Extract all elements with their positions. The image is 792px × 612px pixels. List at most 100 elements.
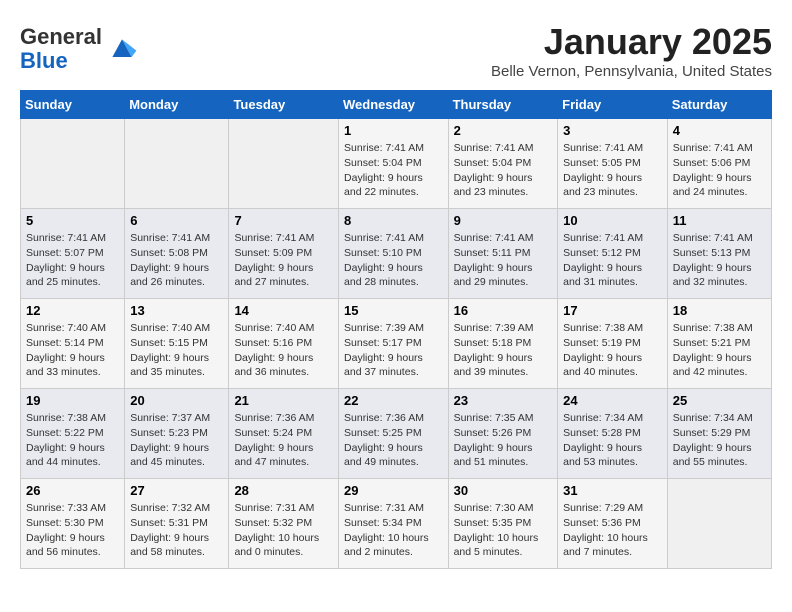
calendar-week-row: 12 Sunrise: 7:40 AM Sunset: 5:14 PM Dayli… — [21, 299, 772, 389]
cell-content: Sunrise: 7:41 AM Sunset: 5:04 PM Dayligh… — [344, 141, 443, 200]
calendar-cell: 23Sunrise: 7:35 AM Sunset: 5:26 PM Dayli… — [448, 389, 558, 479]
calendar-cell: 24 Sunrise: 7:34 AM Sunset: 5:28 PM Dayli… — [558, 389, 668, 479]
calendar-cell: 5Sunrise: 7:41 AM Sunset: 5:07 PM Daylig… — [21, 209, 125, 299]
calendar-cell: 14Sunrise: 7:40 AM Sunset: 5:16 PM Dayli… — [229, 299, 339, 389]
calendar-cell: 17 Sunrise: 7:38 AM Sunset: 5:19 PM Dayli… — [558, 299, 668, 389]
calendar-cell: 13 Sunrise: 7:40 AM Sunset: 5:15 PM Dayli… — [125, 299, 229, 389]
day-number: 15 — [344, 303, 443, 318]
cell-content: Sunrise: 7:38 AM Sunset: 5:21 PM Dayligh… — [673, 321, 766, 380]
cell-content: Sunrise: 7:31 AM Sunset: 5:32 PM Dayligh… — [234, 501, 333, 560]
cell-content: Sunrise: 7:41 AM Sunset: 5:08 PM Dayligh… — [130, 231, 223, 290]
day-number: 26 — [26, 483, 119, 498]
cell-content: Sunrise: 7:38 AM Sunset: 5:19 PM Dayligh… — [563, 321, 662, 380]
cell-content: Sunrise: 7:41 AM Sunset: 5:12 PM Dayligh… — [563, 231, 662, 290]
title-block: January 2025 Belle Vernon, Pennsylvania,… — [491, 20, 772, 80]
day-number: 21 — [234, 393, 333, 408]
day-number: 8 — [344, 213, 443, 228]
weekday-header: Tuesday — [229, 91, 339, 119]
weekday-header-row: SundayMondayTuesdayWednesdayThursdayFrid… — [21, 91, 772, 119]
weekday-header: Monday — [125, 91, 229, 119]
calendar-cell: 20 Sunrise: 7:37 AM Sunset: 5:23 PM Dayli… — [125, 389, 229, 479]
month-title: January 2025 — [491, 20, 772, 63]
calendar-cell — [125, 119, 229, 209]
day-number: 4 — [673, 123, 766, 138]
calendar-cell: 10 Sunrise: 7:41 AM Sunset: 5:12 PM Dayli… — [558, 209, 668, 299]
calendar-week-row: 5Sunrise: 7:41 AM Sunset: 5:07 PM Daylig… — [21, 209, 772, 299]
cell-content: Sunrise: 7:34 AM Sunset: 5:29 PM Dayligh… — [673, 411, 766, 470]
day-number: 11 — [673, 213, 766, 228]
cell-content: Sunrise: 7:29 AM Sunset: 5:36 PM Dayligh… — [563, 501, 662, 560]
day-number: 20 — [130, 393, 223, 408]
logo-blue: Blue — [20, 48, 68, 73]
weekday-header: Wednesday — [339, 91, 449, 119]
calendar-cell: 1 Sunrise: 7:41 AM Sunset: 5:04 PM Daylig… — [339, 119, 449, 209]
calendar-cell: 29Sunrise: 7:31 AM Sunset: 5:34 PM Dayli… — [339, 479, 449, 569]
day-number: 22 — [344, 393, 443, 408]
cell-content: Sunrise: 7:34 AM Sunset: 5:28 PM Dayligh… — [563, 411, 662, 470]
calendar-cell: 9 Sunrise: 7:41 AM Sunset: 5:11 PM Daylig… — [448, 209, 558, 299]
cell-content: Sunrise: 7:31 AM Sunset: 5:34 PM Dayligh… — [344, 501, 443, 560]
day-number: 6 — [130, 213, 223, 228]
cell-content: Sunrise: 7:41 AM Sunset: 5:07 PM Dayligh… — [26, 231, 119, 290]
day-number: 17 — [563, 303, 662, 318]
calendar-cell: 16 Sunrise: 7:39 AM Sunset: 5:18 PM Dayli… — [448, 299, 558, 389]
calendar-cell: 7Sunrise: 7:41 AM Sunset: 5:09 PM Daylig… — [229, 209, 339, 299]
calendar-cell: 26 Sunrise: 7:33 AM Sunset: 5:30 PM Dayli… — [21, 479, 125, 569]
day-number: 1 — [344, 123, 443, 138]
calendar-cell: 6 Sunrise: 7:41 AM Sunset: 5:08 PM Daylig… — [125, 209, 229, 299]
cell-content: Sunrise: 7:33 AM Sunset: 5:30 PM Dayligh… — [26, 501, 119, 560]
cell-content: Sunrise: 7:35 AM Sunset: 5:26 PM Dayligh… — [454, 411, 553, 470]
calendar-week-row: 26 Sunrise: 7:33 AM Sunset: 5:30 PM Dayli… — [21, 479, 772, 569]
day-number: 31 — [563, 483, 662, 498]
weekday-header: Sunday — [21, 91, 125, 119]
day-number: 3 — [563, 123, 662, 138]
cell-content: Sunrise: 7:36 AM Sunset: 5:24 PM Dayligh… — [234, 411, 333, 470]
calendar-cell: 15 Sunrise: 7:39 AM Sunset: 5:17 PM Dayli… — [339, 299, 449, 389]
calendar-cell — [21, 119, 125, 209]
calendar-cell: 11Sunrise: 7:41 AM Sunset: 5:13 PM Dayli… — [667, 209, 771, 299]
day-number: 9 — [454, 213, 553, 228]
calendar-cell: 18 Sunrise: 7:38 AM Sunset: 5:21 PM Dayli… — [667, 299, 771, 389]
weekday-header: Saturday — [667, 91, 771, 119]
calendar-cell: 22 Sunrise: 7:36 AM Sunset: 5:25 PM Dayli… — [339, 389, 449, 479]
page-header: General Blue January 2025 Belle Vernon, … — [20, 20, 772, 80]
cell-content: Sunrise: 7:30 AM Sunset: 5:35 PM Dayligh… — [454, 501, 553, 560]
calendar-cell: 27Sunrise: 7:32 AM Sunset: 5:31 PM Dayli… — [125, 479, 229, 569]
calendar-cell: 4 Sunrise: 7:41 AM Sunset: 5:06 PM Daylig… — [667, 119, 771, 209]
day-number: 13 — [130, 303, 223, 318]
cell-content: Sunrise: 7:41 AM Sunset: 5:06 PM Dayligh… — [673, 141, 766, 200]
cell-content: Sunrise: 7:40 AM Sunset: 5:15 PM Dayligh… — [130, 321, 223, 380]
day-number: 12 — [26, 303, 119, 318]
logo-icon — [106, 33, 138, 65]
cell-content: Sunrise: 7:41 AM Sunset: 5:11 PM Dayligh… — [454, 231, 553, 290]
day-number: 19 — [26, 393, 119, 408]
cell-content: Sunrise: 7:37 AM Sunset: 5:23 PM Dayligh… — [130, 411, 223, 470]
day-number: 10 — [563, 213, 662, 228]
day-number: 16 — [454, 303, 553, 318]
cell-content: Sunrise: 7:38 AM Sunset: 5:22 PM Dayligh… — [26, 411, 119, 470]
day-number: 28 — [234, 483, 333, 498]
logo: General Blue — [20, 25, 138, 73]
day-number: 7 — [234, 213, 333, 228]
calendar-cell: 25 Sunrise: 7:34 AM Sunset: 5:29 PM Dayli… — [667, 389, 771, 479]
day-number: 27 — [130, 483, 223, 498]
cell-content: Sunrise: 7:40 AM Sunset: 5:14 PM Dayligh… — [26, 321, 119, 380]
cell-content: Sunrise: 7:39 AM Sunset: 5:18 PM Dayligh… — [454, 321, 553, 380]
cell-content: Sunrise: 7:36 AM Sunset: 5:25 PM Dayligh… — [344, 411, 443, 470]
day-number: 18 — [673, 303, 766, 318]
cell-content: Sunrise: 7:39 AM Sunset: 5:17 PM Dayligh… — [344, 321, 443, 380]
day-number: 14 — [234, 303, 333, 318]
calendar-cell: 21 Sunrise: 7:36 AM Sunset: 5:24 PM Dayli… — [229, 389, 339, 479]
cell-content: Sunrise: 7:41 AM Sunset: 5:05 PM Dayligh… — [563, 141, 662, 200]
calendar-cell: 8 Sunrise: 7:41 AM Sunset: 5:10 PM Daylig… — [339, 209, 449, 299]
calendar-week-row: 19 Sunrise: 7:38 AM Sunset: 5:22 PM Dayli… — [21, 389, 772, 479]
day-number: 30 — [454, 483, 553, 498]
day-number: 25 — [673, 393, 766, 408]
calendar-week-row: 1 Sunrise: 7:41 AM Sunset: 5:04 PM Daylig… — [21, 119, 772, 209]
calendar-table: SundayMondayTuesdayWednesdayThursdayFrid… — [20, 90, 772, 569]
cell-content: Sunrise: 7:41 AM Sunset: 5:04 PM Dayligh… — [454, 141, 553, 200]
day-number: 24 — [563, 393, 662, 408]
logo-general: General — [20, 24, 102, 49]
cell-content: Sunrise: 7:41 AM Sunset: 5:10 PM Dayligh… — [344, 231, 443, 290]
day-number: 2 — [454, 123, 553, 138]
